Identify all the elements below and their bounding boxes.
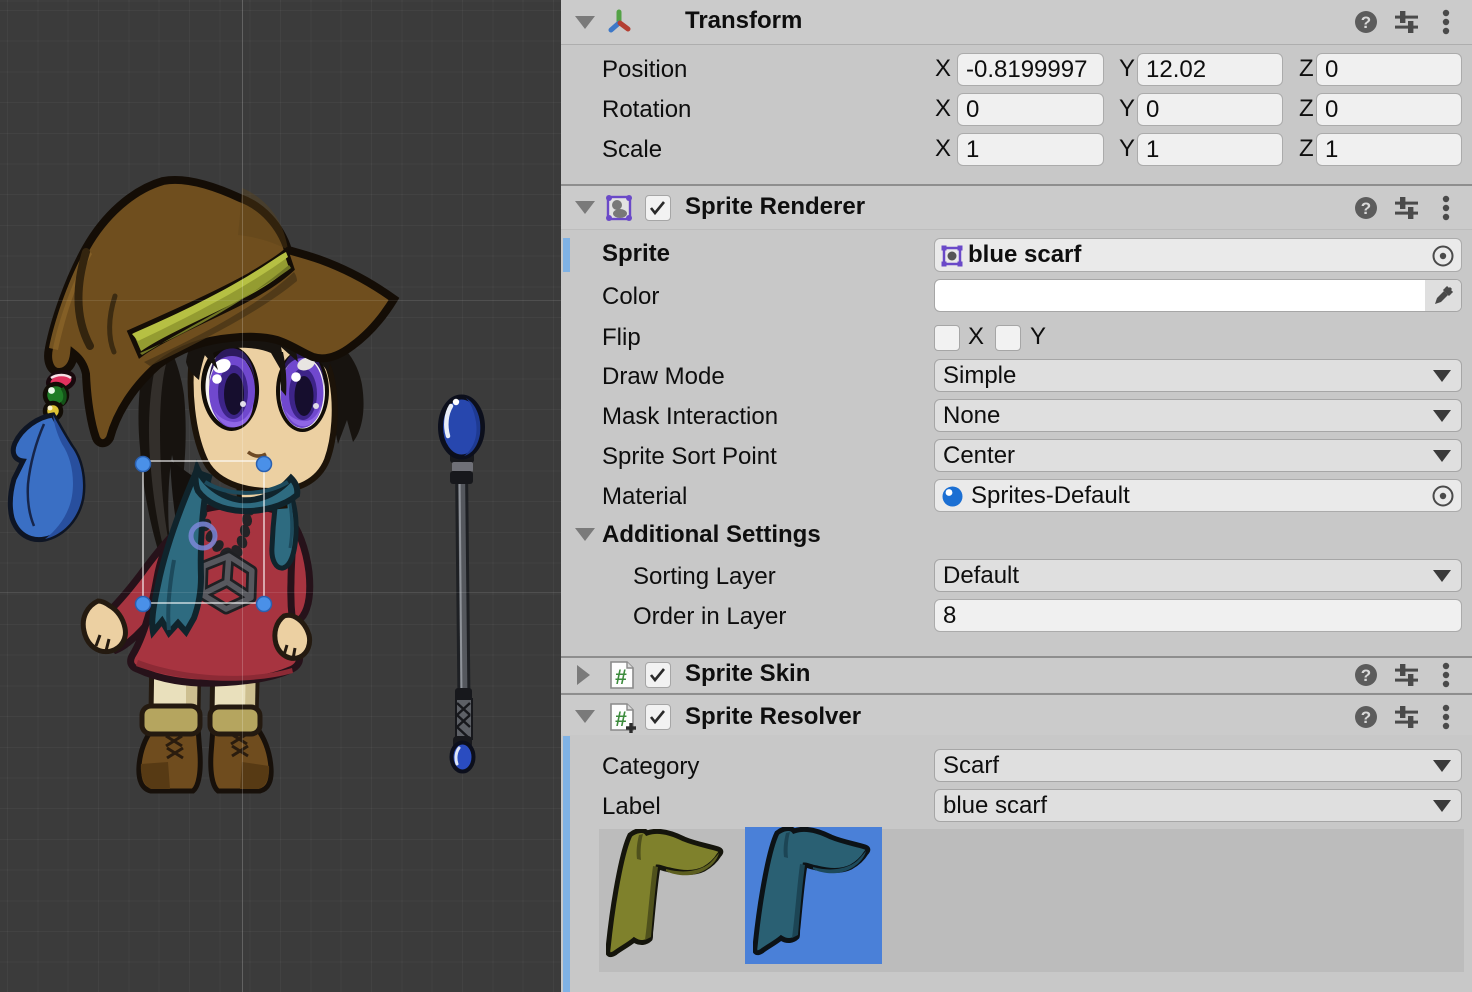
svg-text:#: # xyxy=(615,708,627,731)
svg-text:?: ? xyxy=(1361,199,1371,218)
svg-text:#: # xyxy=(615,666,627,689)
svg-text:?: ? xyxy=(1361,666,1371,685)
svg-text:?: ? xyxy=(1361,13,1371,32)
svg-text:?: ? xyxy=(1361,708,1371,727)
